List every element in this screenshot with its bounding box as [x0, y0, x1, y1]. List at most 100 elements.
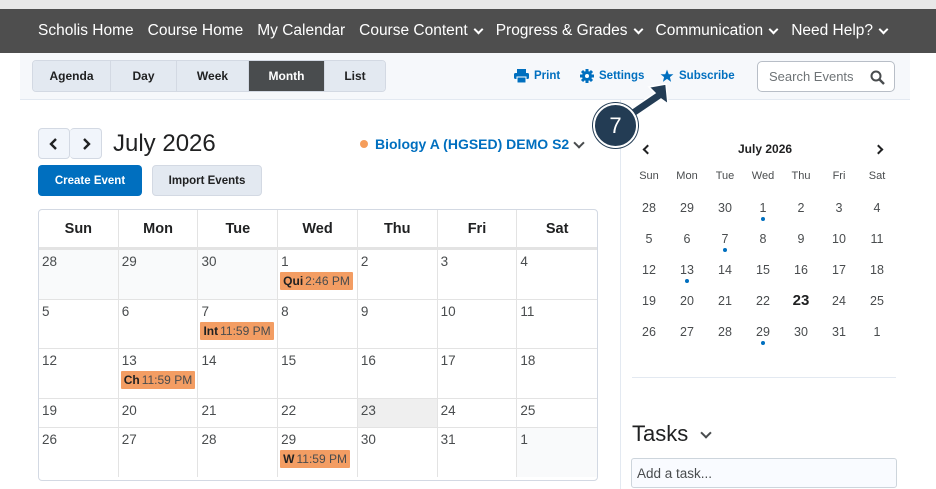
calendar-event[interactable]: Qui 2:46 PM [280, 272, 353, 290]
mini-day[interactable]: 21 [706, 294, 744, 308]
day-cell[interactable]: 13 Ch 11:59 PM [119, 349, 199, 398]
day-cell[interactable]: 11 [517, 300, 597, 348]
subscribe-link[interactable]: Subscribe [660, 69, 735, 83]
day-cell[interactable]: 20 [119, 399, 199, 427]
day-cell[interactable]: 30 [358, 428, 438, 477]
day-cell[interactable]: 5 [39, 300, 119, 348]
day-cell[interactable]: 14 [198, 349, 279, 398]
mini-day[interactable]: 19 [630, 294, 668, 308]
mini-day[interactable]: 28 [706, 325, 744, 339]
day-cell[interactable]: 1 [517, 428, 597, 477]
mini-day[interactable]: 10 [820, 232, 858, 246]
tab-week[interactable]: Week [177, 61, 249, 91]
mini-day[interactable]: 13 [668, 263, 706, 283]
print-link[interactable]: Print [514, 69, 560, 83]
tab-day[interactable]: Day [111, 61, 177, 91]
day-cell[interactable]: 23 [357, 399, 438, 427]
mini-day[interactable]: 1 [858, 325, 896, 339]
mini-day[interactable]: 26 [630, 325, 668, 339]
day-cell[interactable]: 28 [198, 428, 279, 477]
mini-day[interactable]: 14 [706, 263, 744, 277]
search-events-input[interactable]: Search Events [757, 61, 895, 92]
day-cell[interactable]: 17 [438, 349, 518, 398]
day-cell[interactable]: 1 Qui 2:46 PM [278, 250, 358, 299]
next-month-button[interactable] [70, 128, 102, 159]
day-cell[interactable]: 16 [358, 349, 438, 398]
event-time: 11:59 PM [220, 324, 271, 338]
mini-day[interactable]: 27 [668, 325, 706, 339]
day-cell[interactable]: 12 [39, 349, 119, 398]
tab-agenda[interactable]: Agenda [33, 61, 111, 91]
day-cell[interactable]: 31 [438, 428, 518, 477]
mini-day[interactable]: 5 [630, 232, 668, 246]
day-cell[interactable]: 27 [119, 428, 199, 477]
tab-list[interactable]: List [325, 61, 385, 91]
mini-day[interactable]: 22 [744, 294, 782, 308]
day-cell[interactable]: 21 [198, 399, 279, 427]
mini-day[interactable]: 30 [782, 325, 820, 339]
previous-month-button[interactable] [38, 128, 70, 159]
mini-day[interactable]: 25 [858, 294, 896, 308]
mini-day[interactable]: 6 [668, 232, 706, 246]
mini-day[interactable]: 9 [782, 232, 820, 246]
day-cell[interactable]: 30 [198, 250, 279, 299]
mini-day[interactable]: 11 [858, 232, 896, 246]
day-cell[interactable]: 3 [438, 250, 518, 299]
day-cell[interactable]: 28 [39, 250, 119, 299]
day-cell[interactable]: 7 Int 11:59 PM [198, 300, 279, 348]
search-icon[interactable] [870, 70, 885, 85]
nav-item-progress-grades[interactable]: Progress & Grades [496, 22, 643, 40]
add-task-input[interactable]: Add a task... [631, 458, 897, 488]
mini-day[interactable]: 17 [820, 263, 858, 277]
nav-item-my-calendar[interactable]: My Calendar [257, 22, 345, 40]
calendar-event[interactable]: Ch 11:59 PM [120, 371, 196, 389]
chevron-down-icon[interactable] [573, 137, 585, 149]
day-cell[interactable]: 24 [438, 399, 518, 427]
calendar-event[interactable]: Int 11:59 PM [200, 322, 274, 340]
day-cell[interactable]: 10 [438, 300, 518, 348]
day-cell[interactable]: 4 [517, 250, 597, 299]
day-cell[interactable]: 22 [278, 399, 358, 427]
mini-day[interactable]: 16 [782, 263, 820, 277]
tab-month[interactable]: Month [249, 61, 325, 91]
course-selector[interactable]: Biology A (HGSED) DEMO S2 [360, 136, 569, 152]
day-cell[interactable]: 26 [39, 428, 119, 477]
mini-day[interactable]: 4 [858, 201, 896, 215]
mini-day[interactable]: 24 [820, 294, 858, 308]
day-cell[interactable]: 29 W 11:59 PM [278, 428, 358, 477]
day-cell[interactable]: 19 [39, 399, 119, 427]
day-cell[interactable]: 18 [517, 349, 597, 398]
create-event-button[interactable]: Create Event [38, 165, 142, 196]
mini-day[interactable]: 29 [744, 325, 782, 345]
mini-day[interactable]: 1 [744, 201, 782, 221]
day-cell[interactable]: 2 [358, 250, 438, 299]
tasks-heading[interactable]: Tasks [632, 421, 712, 447]
mini-day[interactable]: 8 [744, 232, 782, 246]
mini-day[interactable]: 20 [668, 294, 706, 308]
mini-day[interactable]: 28 [630, 201, 668, 215]
day-cell[interactable]: 25 [517, 399, 597, 427]
day-cell[interactable]: 9 [358, 300, 438, 348]
mini-day[interactable]: 12 [630, 263, 668, 277]
mini-day[interactable]: 18 [858, 263, 896, 277]
mini-day[interactable]: 30 [706, 201, 744, 215]
mini-day[interactable]: 31 [820, 325, 858, 339]
mini-day[interactable]: 23 [782, 292, 820, 309]
settings-link[interactable]: Settings [580, 69, 644, 83]
mini-day[interactable]: 29 [668, 201, 706, 215]
mini-day[interactable]: 7 [706, 232, 744, 252]
day-cell[interactable]: 6 [119, 300, 199, 348]
nav-item-course-home[interactable]: Course Home [148, 22, 244, 40]
calendar-event[interactable]: W 11:59 PM [280, 450, 350, 468]
import-events-button[interactable]: Import Events [152, 165, 262, 196]
day-cell[interactable]: 8 [278, 300, 358, 348]
mini-day[interactable]: 3 [820, 201, 858, 215]
nav-item-scholis-home[interactable]: Scholis Home [38, 22, 134, 40]
day-cell[interactable]: 15 [278, 349, 358, 398]
day-cell[interactable]: 29 [118, 250, 199, 299]
mini-day[interactable]: 15 [744, 263, 782, 277]
mini-day[interactable]: 2 [782, 201, 820, 215]
nav-item-course-content[interactable]: Course Content [359, 22, 484, 40]
nav-item-communication[interactable]: Communication [656, 22, 779, 40]
nav-item-need-help[interactable]: Need Help? [791, 22, 889, 40]
